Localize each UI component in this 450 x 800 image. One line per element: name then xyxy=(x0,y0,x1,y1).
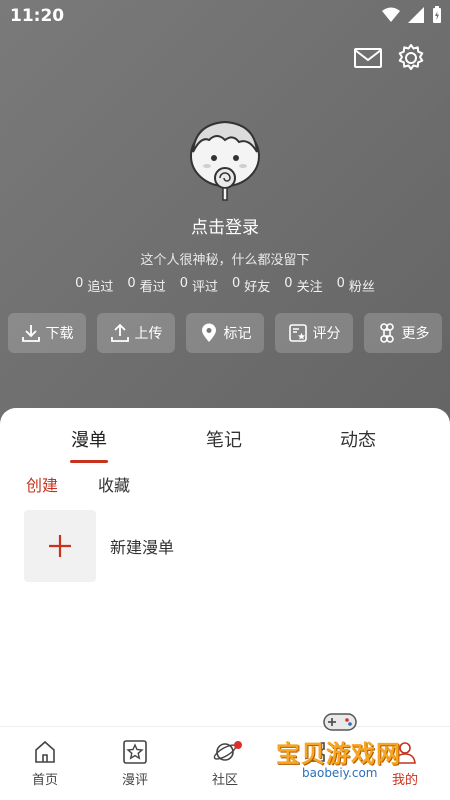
notification-dot xyxy=(234,741,242,749)
subtab-created[interactable]: 创建 xyxy=(26,472,58,496)
stat-count: 0 xyxy=(75,276,84,291)
stat-label: 粉丝 xyxy=(348,280,375,295)
download-button[interactable]: 下载 xyxy=(8,313,86,353)
stat-followed[interactable]: 0 追过 xyxy=(75,276,113,295)
nav-home-label: 首页 xyxy=(31,773,58,788)
stat-count: 0 xyxy=(336,276,345,291)
stat-label: 评过 xyxy=(191,280,218,295)
profile-bio: 这个人很神秘，什么都没留下 xyxy=(140,253,310,268)
status-time: 11:20 xyxy=(10,6,65,26)
login-prompt[interactable]: 点击登录 xyxy=(0,213,450,238)
quick-actions: 下载 上传 标记 评分 更多 xyxy=(8,313,442,353)
download-icon xyxy=(21,325,40,342)
nav-community[interactable]: 社区 xyxy=(180,727,270,800)
stat-count: 0 xyxy=(127,276,136,291)
nav-ticket[interactable] xyxy=(270,727,360,800)
rating-icon xyxy=(288,324,307,342)
nav-reviews-label: 漫评 xyxy=(121,773,148,788)
download-label: 下载 xyxy=(45,326,74,342)
tab-notes[interactable]: 笔记 xyxy=(206,426,242,452)
plus-icon xyxy=(49,535,71,557)
stat-following[interactable]: 0 关注 xyxy=(284,276,322,295)
signal-icon xyxy=(408,7,424,23)
more-icon xyxy=(379,323,394,343)
wifi-icon xyxy=(382,7,400,22)
stat-watched[interactable]: 0 看过 xyxy=(127,276,165,295)
stat-friends[interactable]: 0 好友 xyxy=(232,276,270,295)
rating-label: 评分 xyxy=(312,326,341,342)
location-pin-icon xyxy=(201,323,216,342)
upload-icon xyxy=(110,323,129,342)
nav-home[interactable]: 首页 xyxy=(0,727,90,800)
settings-gear-icon[interactable] xyxy=(395,42,427,74)
rating-button[interactable]: 评分 xyxy=(275,313,353,353)
mark-button[interactable]: 标记 xyxy=(186,313,264,353)
stat-label: 关注 xyxy=(296,280,323,295)
upload-label: 上传 xyxy=(134,326,163,342)
active-tab-indicator xyxy=(70,460,108,463)
more-button[interactable]: 更多 xyxy=(364,313,442,353)
stat-label: 好友 xyxy=(244,280,271,295)
nav-reviews[interactable]: 漫评 xyxy=(90,727,180,800)
subtab-favorites[interactable]: 收藏 xyxy=(98,472,130,496)
mail-icon[interactable] xyxy=(352,42,384,74)
mark-label: 标记 xyxy=(223,326,252,342)
home-icon xyxy=(35,740,55,763)
plus-box[interactable] xyxy=(24,510,96,582)
tab-activity[interactable]: 动态 xyxy=(340,426,376,452)
profile-stats: 0 追过 0 看过 0 评过 0 好友 0 关注 0 粉丝 xyxy=(0,276,450,295)
nav-community-label: 社区 xyxy=(211,773,238,788)
user-icon xyxy=(394,742,416,764)
stat-count: 0 xyxy=(232,276,241,291)
upload-button[interactable]: 上传 xyxy=(97,313,175,353)
stat-label: 看过 xyxy=(139,280,166,295)
new-list-label: 新建漫单 xyxy=(110,538,175,557)
stat-count: 0 xyxy=(179,276,188,291)
tab-manga-lists[interactable]: 漫单 xyxy=(71,426,107,452)
stat-reviewed[interactable]: 0 评过 xyxy=(180,276,218,295)
battery-icon xyxy=(433,6,441,23)
nav-me-label: 我的 xyxy=(391,773,418,788)
content-tabs: 漫单 笔记 动态 xyxy=(0,426,450,463)
bottom-nav: 首页 漫评 社区 我的 xyxy=(0,726,450,800)
nav-me[interactable]: 我的 xyxy=(360,727,450,800)
stat-fans[interactable]: 0 粉丝 xyxy=(337,276,375,295)
star-box-icon xyxy=(123,740,147,764)
more-label: 更多 xyxy=(401,326,430,342)
stat-count: 0 xyxy=(284,276,293,291)
status-bar: 11:20 xyxy=(0,0,450,32)
profile-header: 11:20 点击登录 这个人很神秘，什么都没留下 0 追过 0 看过 0 评过 0 好友… xyxy=(0,0,450,440)
stat-label: 追过 xyxy=(87,280,114,295)
avatar[interactable] xyxy=(183,112,267,202)
status-icons xyxy=(382,6,442,24)
new-list-button[interactable]: 新建漫单 xyxy=(24,510,174,582)
subtabs: 创建 收藏 xyxy=(26,472,130,496)
ticket-icon xyxy=(305,742,325,762)
